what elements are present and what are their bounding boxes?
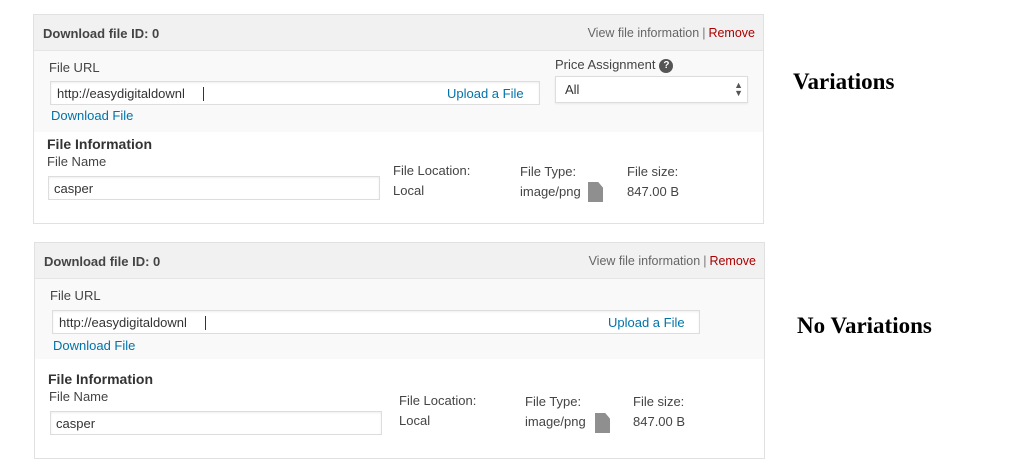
text-caret <box>205 316 206 330</box>
file-size-label: File size: <box>627 164 679 179</box>
file-type-label: File Type: <box>520 164 577 179</box>
file-name-value: casper <box>56 416 96 431</box>
remove-link[interactable]: Remove <box>708 26 755 40</box>
file-icon <box>588 182 603 202</box>
upload-file-button[interactable]: Upload a File <box>447 86 524 101</box>
file-name-label: File Name <box>47 154 107 169</box>
download-file-link[interactable]: Download File <box>51 108 133 123</box>
file-url-input[interactable]: http://easydigitaldownl Upload a File <box>52 310 700 334</box>
no-variations-label: No Variations <box>797 313 932 338</box>
price-assignment-label: Price Assignment? <box>555 57 674 73</box>
download-file-panel-no-variations: Download file ID: 0 View file informatio… <box>34 242 765 459</box>
help-icon[interactable]: ? <box>659 58 674 73</box>
panel-header: Download file ID: 0 View file informatio… <box>34 15 763 51</box>
file-url-label: File URL <box>49 60 100 75</box>
panel-title: Download file ID: 0 <box>43 26 160 41</box>
file-name-label: File Name <box>49 389 109 404</box>
file-size-value: 847.00 B <box>627 184 680 199</box>
link-separator: | <box>703 254 707 268</box>
header-links: View file information | Remove <box>589 254 756 268</box>
file-name-input[interactable]: casper <box>48 176 380 200</box>
panel-header: Download file ID: 0 View file informatio… <box>35 243 764 279</box>
download-file-link[interactable]: Download File <box>53 338 135 353</box>
view-file-information-link[interactable]: View file information <box>588 26 700 40</box>
header-links: View file information | Remove <box>588 26 755 40</box>
file-information-title: File Information <box>47 136 152 152</box>
panel-title: Download file ID: 0 <box>44 254 161 269</box>
file-location-value: Local <box>399 413 431 428</box>
download-file-panel-variations: Download file ID: 0 View file informatio… <box>33 14 764 224</box>
file-location-label: File Location: <box>399 393 477 408</box>
price-assignment-select[interactable]: All ▲ ▼ <box>555 76 748 103</box>
file-url-input[interactable]: http://easydigitaldownl Upload a File <box>50 81 540 105</box>
file-name-value: casper <box>54 181 94 196</box>
file-location-label: File Location: <box>393 163 471 178</box>
file-url-value: http://easydigitaldownl <box>57 86 185 101</box>
chevron-up-down-icon: ▲ ▼ <box>734 80 743 98</box>
file-url-section: File URL http://easydigitaldownl Upload … <box>35 279 764 359</box>
file-size-label: File size: <box>633 394 685 409</box>
variations-label: Variations <box>793 69 895 94</box>
file-information-title: File Information <box>48 371 153 387</box>
file-location-value: Local <box>393 183 425 198</box>
file-url-value: http://easydigitaldownl <box>59 315 187 330</box>
file-url-section: File URL http://easydigitaldownl Upload … <box>34 51 763 132</box>
view-file-information-link[interactable]: View file information <box>589 254 701 268</box>
file-icon <box>595 413 610 433</box>
file-url-label: File URL <box>50 288 101 303</box>
remove-link[interactable]: Remove <box>709 254 756 268</box>
file-type-label: File Type: <box>525 394 582 409</box>
price-assignment-value: All <box>565 82 580 97</box>
file-name-input[interactable]: casper <box>50 411 382 435</box>
file-size-value: 847.00 B <box>633 414 686 429</box>
upload-file-button[interactable]: Upload a File <box>608 315 685 330</box>
file-type-value: image/png <box>525 414 586 429</box>
file-type-value: image/png <box>520 184 581 199</box>
price-assignment-text: Price Assignment <box>555 57 656 72</box>
link-separator: | <box>702 26 706 40</box>
text-caret <box>203 87 204 101</box>
